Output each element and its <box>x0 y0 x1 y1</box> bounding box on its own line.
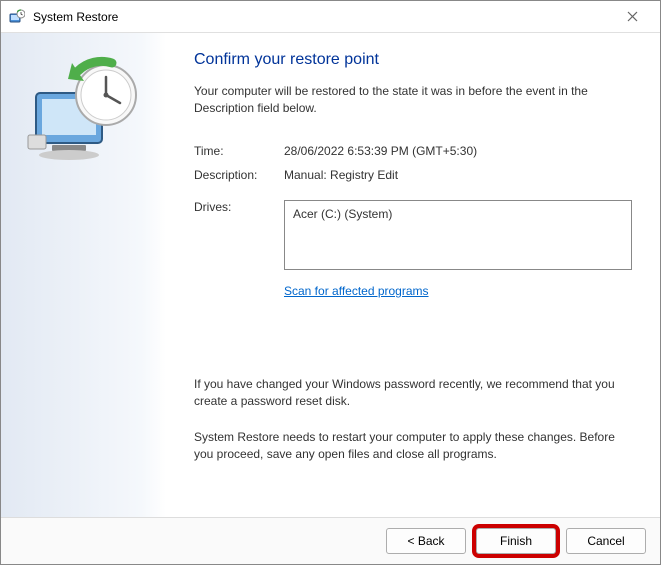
description-value: Manual: Registry Edit <box>284 168 632 182</box>
close-button[interactable] <box>612 3 652 31</box>
finish-button[interactable]: Finish <box>476 528 556 554</box>
system-restore-window: System Restore <box>0 0 661 565</box>
body-area: Confirm your restore point Your computer… <box>1 33 660 517</box>
back-button[interactable]: < Back <box>386 528 466 554</box>
window-title: System Restore <box>33 10 612 24</box>
drives-row: Drives: Acer (C:) (System) <box>194 200 632 270</box>
scan-affected-programs-link[interactable]: Scan for affected programs <box>284 284 429 298</box>
titlebar: System Restore <box>1 1 660 33</box>
sidebar <box>1 33 166 517</box>
footer-buttons: < Back Finish Cancel <box>1 517 660 564</box>
description-label: Description: <box>194 168 284 182</box>
time-value: 28/06/2022 6:53:39 PM (GMT+5:30) <box>284 144 632 158</box>
system-restore-icon <box>24 53 144 173</box>
page-description: Your computer will be restored to the st… <box>194 83 632 118</box>
restart-notice: System Restore needs to restart your com… <box>194 429 632 464</box>
drive-item[interactable]: Acer (C:) (System) <box>293 207 623 221</box>
time-row: Time: 28/06/2022 6:53:39 PM (GMT+5:30) <box>194 144 632 158</box>
description-row: Description: Manual: Registry Edit <box>194 168 632 182</box>
drives-listbox[interactable]: Acer (C:) (System) <box>284 200 632 270</box>
page-heading: Confirm your restore point <box>194 51 632 69</box>
content-panel: Confirm your restore point Your computer… <box>166 33 660 517</box>
drives-label: Drives: <box>194 200 284 214</box>
password-notice: If you have changed your Windows passwor… <box>194 376 632 411</box>
cancel-button[interactable]: Cancel <box>566 528 646 554</box>
time-label: Time: <box>194 144 284 158</box>
close-icon <box>627 11 638 22</box>
restore-title-icon <box>9 9 25 25</box>
